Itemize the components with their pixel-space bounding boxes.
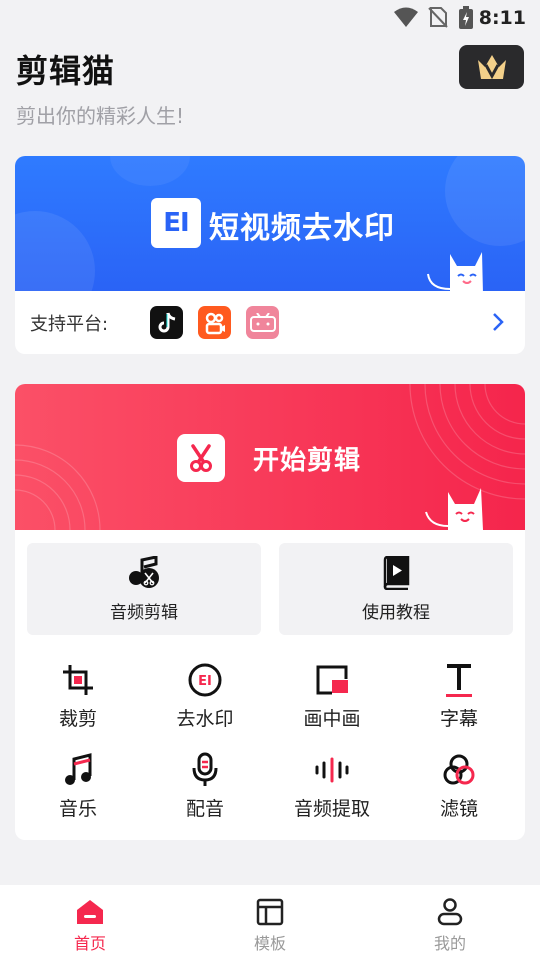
- filter-label: 滤镜: [439, 798, 478, 820]
- scissor-icon: [190, 444, 212, 472]
- filter-tool[interactable]: 滤镜: [399, 752, 519, 821]
- platforms-row[interactable]: 支持平台:: [15, 291, 525, 354]
- dubbing-label: 配音: [185, 798, 224, 820]
- tab-profile-label: 我的: [433, 934, 466, 953]
- status-time: 8:11: [478, 7, 526, 29]
- battery-icon: [459, 6, 473, 29]
- music-label: 音乐: [58, 798, 97, 820]
- remove-watermark-icon: EI: [188, 663, 222, 697]
- cat-mascot-icon: [427, 252, 483, 291]
- audio-extract-icon: [315, 757, 349, 783]
- platforms-label: 支持平台:: [30, 313, 109, 335]
- dubbing-tool[interactable]: 配音: [145, 752, 265, 821]
- tab-template-label: 模板: [253, 934, 286, 953]
- profile-icon: [437, 898, 463, 926]
- music-tool[interactable]: 音乐: [18, 752, 138, 821]
- cat-mascot-icon: [425, 488, 483, 530]
- watermark-card: EI 短视频去水印 支持平台:: [15, 156, 525, 354]
- picture-in-picture-label: 画中画: [303, 708, 361, 730]
- subtitle-icon: [446, 664, 472, 697]
- music-icon: [65, 753, 92, 785]
- crop-tool[interactable]: 裁剪: [18, 662, 138, 731]
- tab-profile[interactable]: 我的: [360, 885, 540, 960]
- crown-v-icon: [477, 55, 506, 80]
- start-edit-title: 开始剪辑: [253, 446, 362, 476]
- tab-home-label: 首页: [73, 934, 106, 953]
- crop-label: 裁剪: [58, 708, 97, 730]
- edit-card: 开始剪辑 音频剪辑 使用教程 裁剪 EI 去水印 画中画 字幕 音乐 配音 音频…: [15, 384, 525, 840]
- watermark-logo-text: EI: [163, 208, 189, 238]
- bottom-tab-bar: 首页 模板 我的: [0, 885, 540, 960]
- tutorial-button[interactable]: 使用教程: [279, 543, 513, 635]
- tutorial-label: 使用教程: [362, 602, 430, 623]
- kuaishou-icon: [198, 306, 231, 339]
- tutorial-book-icon: [383, 555, 410, 590]
- svg-text:EI: EI: [198, 674, 212, 689]
- scissor-logo: [177, 434, 225, 482]
- template-icon: [256, 898, 284, 926]
- crop-icon: [63, 665, 93, 695]
- wifi-icon: [394, 7, 418, 27]
- start-edit-banner[interactable]: 开始剪辑: [15, 384, 525, 530]
- picture-in-picture-tool[interactable]: 画中画: [272, 662, 392, 731]
- remove-watermark-tool[interactable]: EI 去水印: [145, 662, 265, 731]
- filter-icon: [443, 754, 475, 785]
- audio-extract-label: 音频提取: [293, 798, 370, 820]
- no-sim-icon: [428, 7, 448, 28]
- tiktok-icon: [150, 306, 183, 339]
- audio-scissor-icon: [129, 555, 159, 588]
- app-title: 剪辑猫: [16, 52, 116, 90]
- home-icon: [77, 900, 103, 924]
- chevron-right-icon[interactable]: [491, 311, 505, 333]
- picture-in-picture-icon: [316, 665, 348, 695]
- watermark-logo: EI: [151, 198, 201, 248]
- watermark-banner[interactable]: EI 短视频去水印: [15, 156, 525, 291]
- audio-edit-label: 音频剪辑: [110, 602, 178, 623]
- microphone-icon: [192, 752, 218, 786]
- tab-home[interactable]: 首页: [0, 885, 180, 960]
- audio-edit-button[interactable]: 音频剪辑: [27, 543, 261, 635]
- subtitle-tool[interactable]: 字幕: [399, 662, 519, 731]
- audio-extract-tool[interactable]: 音频提取: [272, 752, 392, 821]
- subtitle-label: 字幕: [439, 708, 478, 730]
- tab-template[interactable]: 模板: [180, 885, 360, 960]
- remove-watermark-label: 去水印: [176, 708, 234, 730]
- app-subtitle: 剪出你的精彩人生!: [16, 104, 185, 128]
- bilibili-icon: [246, 306, 279, 339]
- watermark-banner-title: 短视频去水印: [209, 211, 395, 246]
- status-bar: 8:11: [0, 0, 540, 36]
- vip-button[interactable]: [459, 45, 524, 89]
